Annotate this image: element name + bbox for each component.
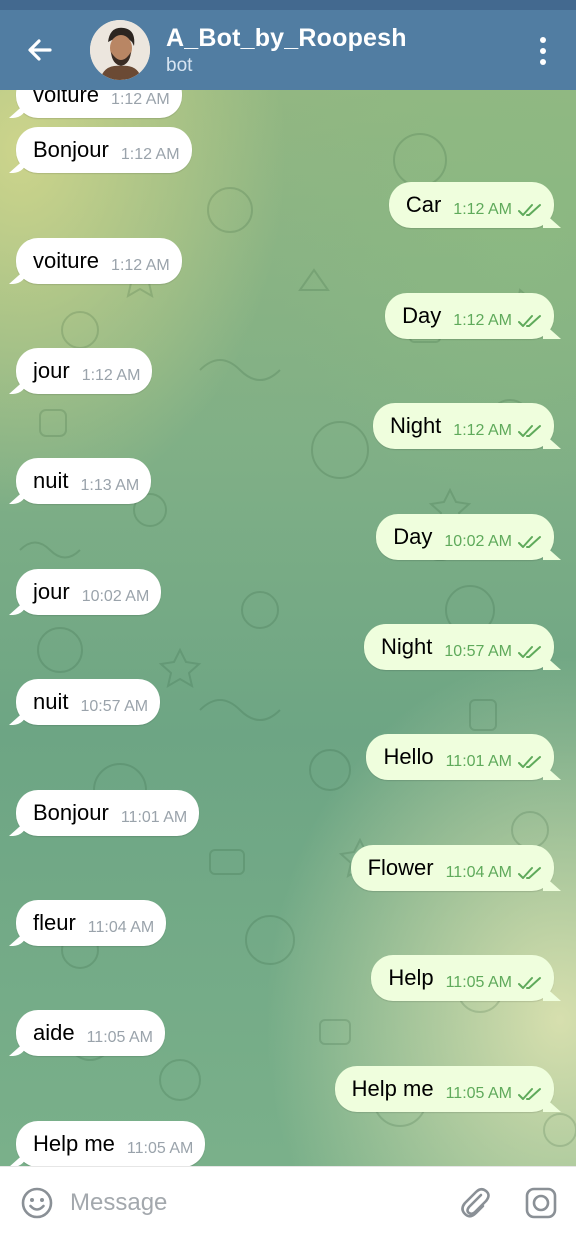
outgoing-message[interactable]: Help me 11:05 AM	[334, 1066, 554, 1112]
message-text: fleur	[33, 910, 76, 935]
message-time: 11:04 AM	[445, 864, 512, 881]
message-time: 10:57 AM	[444, 643, 512, 660]
double-check-icon	[518, 976, 542, 990]
message-text: Bonjour	[33, 800, 109, 825]
incoming-message[interactable]: Help me 11:05 AM	[16, 1121, 206, 1166]
incoming-message[interactable]: fleur 11:04 AM	[16, 900, 167, 946]
message-list: voiture 1:12 AM Bonjour 1:12 AM Car 1:12 AM vo…	[0, 90, 576, 1166]
message-text: Help me	[33, 1131, 115, 1156]
more-options-button[interactable]	[528, 34, 558, 68]
status-bar	[0, 0, 576, 10]
message-time: 11:05 AM	[126, 1140, 194, 1157]
message-input-bar	[0, 1166, 576, 1237]
message-text: aide	[33, 1020, 75, 1045]
more-vertical-icon-dot	[540, 48, 546, 54]
camera-icon	[525, 1187, 557, 1219]
message-text: nuit	[33, 689, 69, 714]
message-time: 1:12 AM	[120, 146, 180, 163]
message-text: Day	[393, 524, 433, 549]
message-time: 10:02 AM	[444, 533, 512, 550]
attach-button[interactable]	[456, 1185, 492, 1221]
paperclip-icon	[461, 1187, 490, 1218]
message-text: jour	[33, 358, 70, 383]
incoming-message[interactable]: aide 11:05 AM	[16, 1010, 166, 1056]
message-time: 11:05 AM	[86, 1029, 154, 1046]
message-text: jour	[33, 579, 70, 604]
message-text: nuit	[33, 468, 69, 493]
message-text: Bonjour	[33, 137, 109, 162]
double-check-icon	[518, 535, 542, 549]
outgoing-message[interactable]: Day 10:02 AM	[376, 514, 554, 560]
message-time: 1:12 AM	[453, 312, 512, 329]
message-text: Help	[388, 965, 434, 990]
message-text: Flower	[367, 855, 434, 880]
double-check-icon	[518, 645, 542, 659]
chat-title[interactable]: A_Bot_by_Roopesh	[166, 24, 407, 53]
more-vertical-icon-dot	[540, 59, 546, 65]
message-time: 11:01 AM	[445, 753, 512, 770]
message-input[interactable]	[70, 1183, 430, 1223]
message-text: voiture	[33, 90, 100, 107]
outgoing-message[interactable]: Car 1:12 AM	[388, 182, 554, 228]
message-time: 1:12 AM	[111, 257, 170, 274]
avatar[interactable]	[90, 20, 150, 80]
double-check-icon	[518, 424, 542, 438]
message-text: Night	[389, 413, 442, 438]
message-text: Night	[381, 634, 433, 659]
chat-area[interactable]: voiture 1:12 AM Bonjour 1:12 AM Car 1:12 AM vo…	[0, 90, 576, 1166]
incoming-message[interactable]: voiture 1:12 AM	[16, 90, 182, 118]
message-time: 11:01 AM	[120, 809, 188, 826]
message-text: Help me	[351, 1076, 434, 1101]
incoming-message[interactable]: jour 10:02 AM	[16, 569, 162, 615]
double-check-icon	[518, 203, 542, 217]
message-time: 1:12 AM	[453, 422, 512, 439]
message-time: 10:57 AM	[80, 698, 149, 715]
message-time: 11:05 AM	[445, 1085, 512, 1102]
message-time: 1:12 AM	[111, 91, 170, 108]
outgoing-message[interactable]: Flower 11:04 AM	[350, 845, 554, 891]
incoming-message[interactable]: Bonjour 1:12 AM	[16, 127, 192, 173]
chat-subtitle: bot	[166, 54, 193, 76]
outgoing-message[interactable]: Night 10:57 AM	[364, 624, 554, 670]
incoming-message[interactable]: jour 1:12 AM	[16, 348, 153, 394]
double-check-icon	[518, 1087, 542, 1101]
message-text: Hello	[383, 744, 434, 769]
message-time: 10:02 AM	[81, 588, 150, 605]
emoji-button[interactable]	[20, 1186, 54, 1220]
outgoing-message[interactable]: Help 11:05 AM	[371, 955, 554, 1001]
incoming-message[interactable]: nuit 1:13 AM	[16, 458, 152, 504]
incoming-message[interactable]: voiture 1:12 AM	[16, 238, 182, 284]
smiley-icon	[21, 1187, 53, 1219]
message-text: voiture	[33, 248, 100, 273]
message-time: 11:04 AM	[87, 919, 155, 936]
message-time: 1:13 AM	[80, 477, 140, 494]
double-check-icon	[518, 866, 542, 880]
more-vertical-icon	[540, 37, 546, 43]
chat-header: A_Bot_by_Roopesh bot	[0, 10, 576, 90]
message-text: Car	[405, 192, 442, 217]
message-time: 11:05 AM	[445, 974, 512, 991]
message-time: 1:12 AM	[81, 367, 141, 384]
outgoing-message[interactable]: Night 1:12 AM	[372, 403, 554, 449]
message-time: 1:12 AM	[453, 201, 512, 218]
message-text: Day	[402, 303, 442, 328]
outgoing-message[interactable]: Hello 11:01 AM	[366, 734, 554, 780]
incoming-message[interactable]: nuit 10:57 AM	[16, 679, 161, 725]
arrow-left-icon	[28, 39, 52, 61]
outgoing-message[interactable]: Day 1:12 AM	[385, 293, 554, 339]
camera-button[interactable]	[523, 1185, 559, 1221]
back-button[interactable]	[20, 30, 60, 70]
incoming-message[interactable]: Bonjour 11:01 AM	[16, 790, 200, 836]
double-check-icon	[518, 755, 542, 769]
avatar-image	[90, 20, 150, 80]
double-check-icon	[518, 314, 542, 328]
